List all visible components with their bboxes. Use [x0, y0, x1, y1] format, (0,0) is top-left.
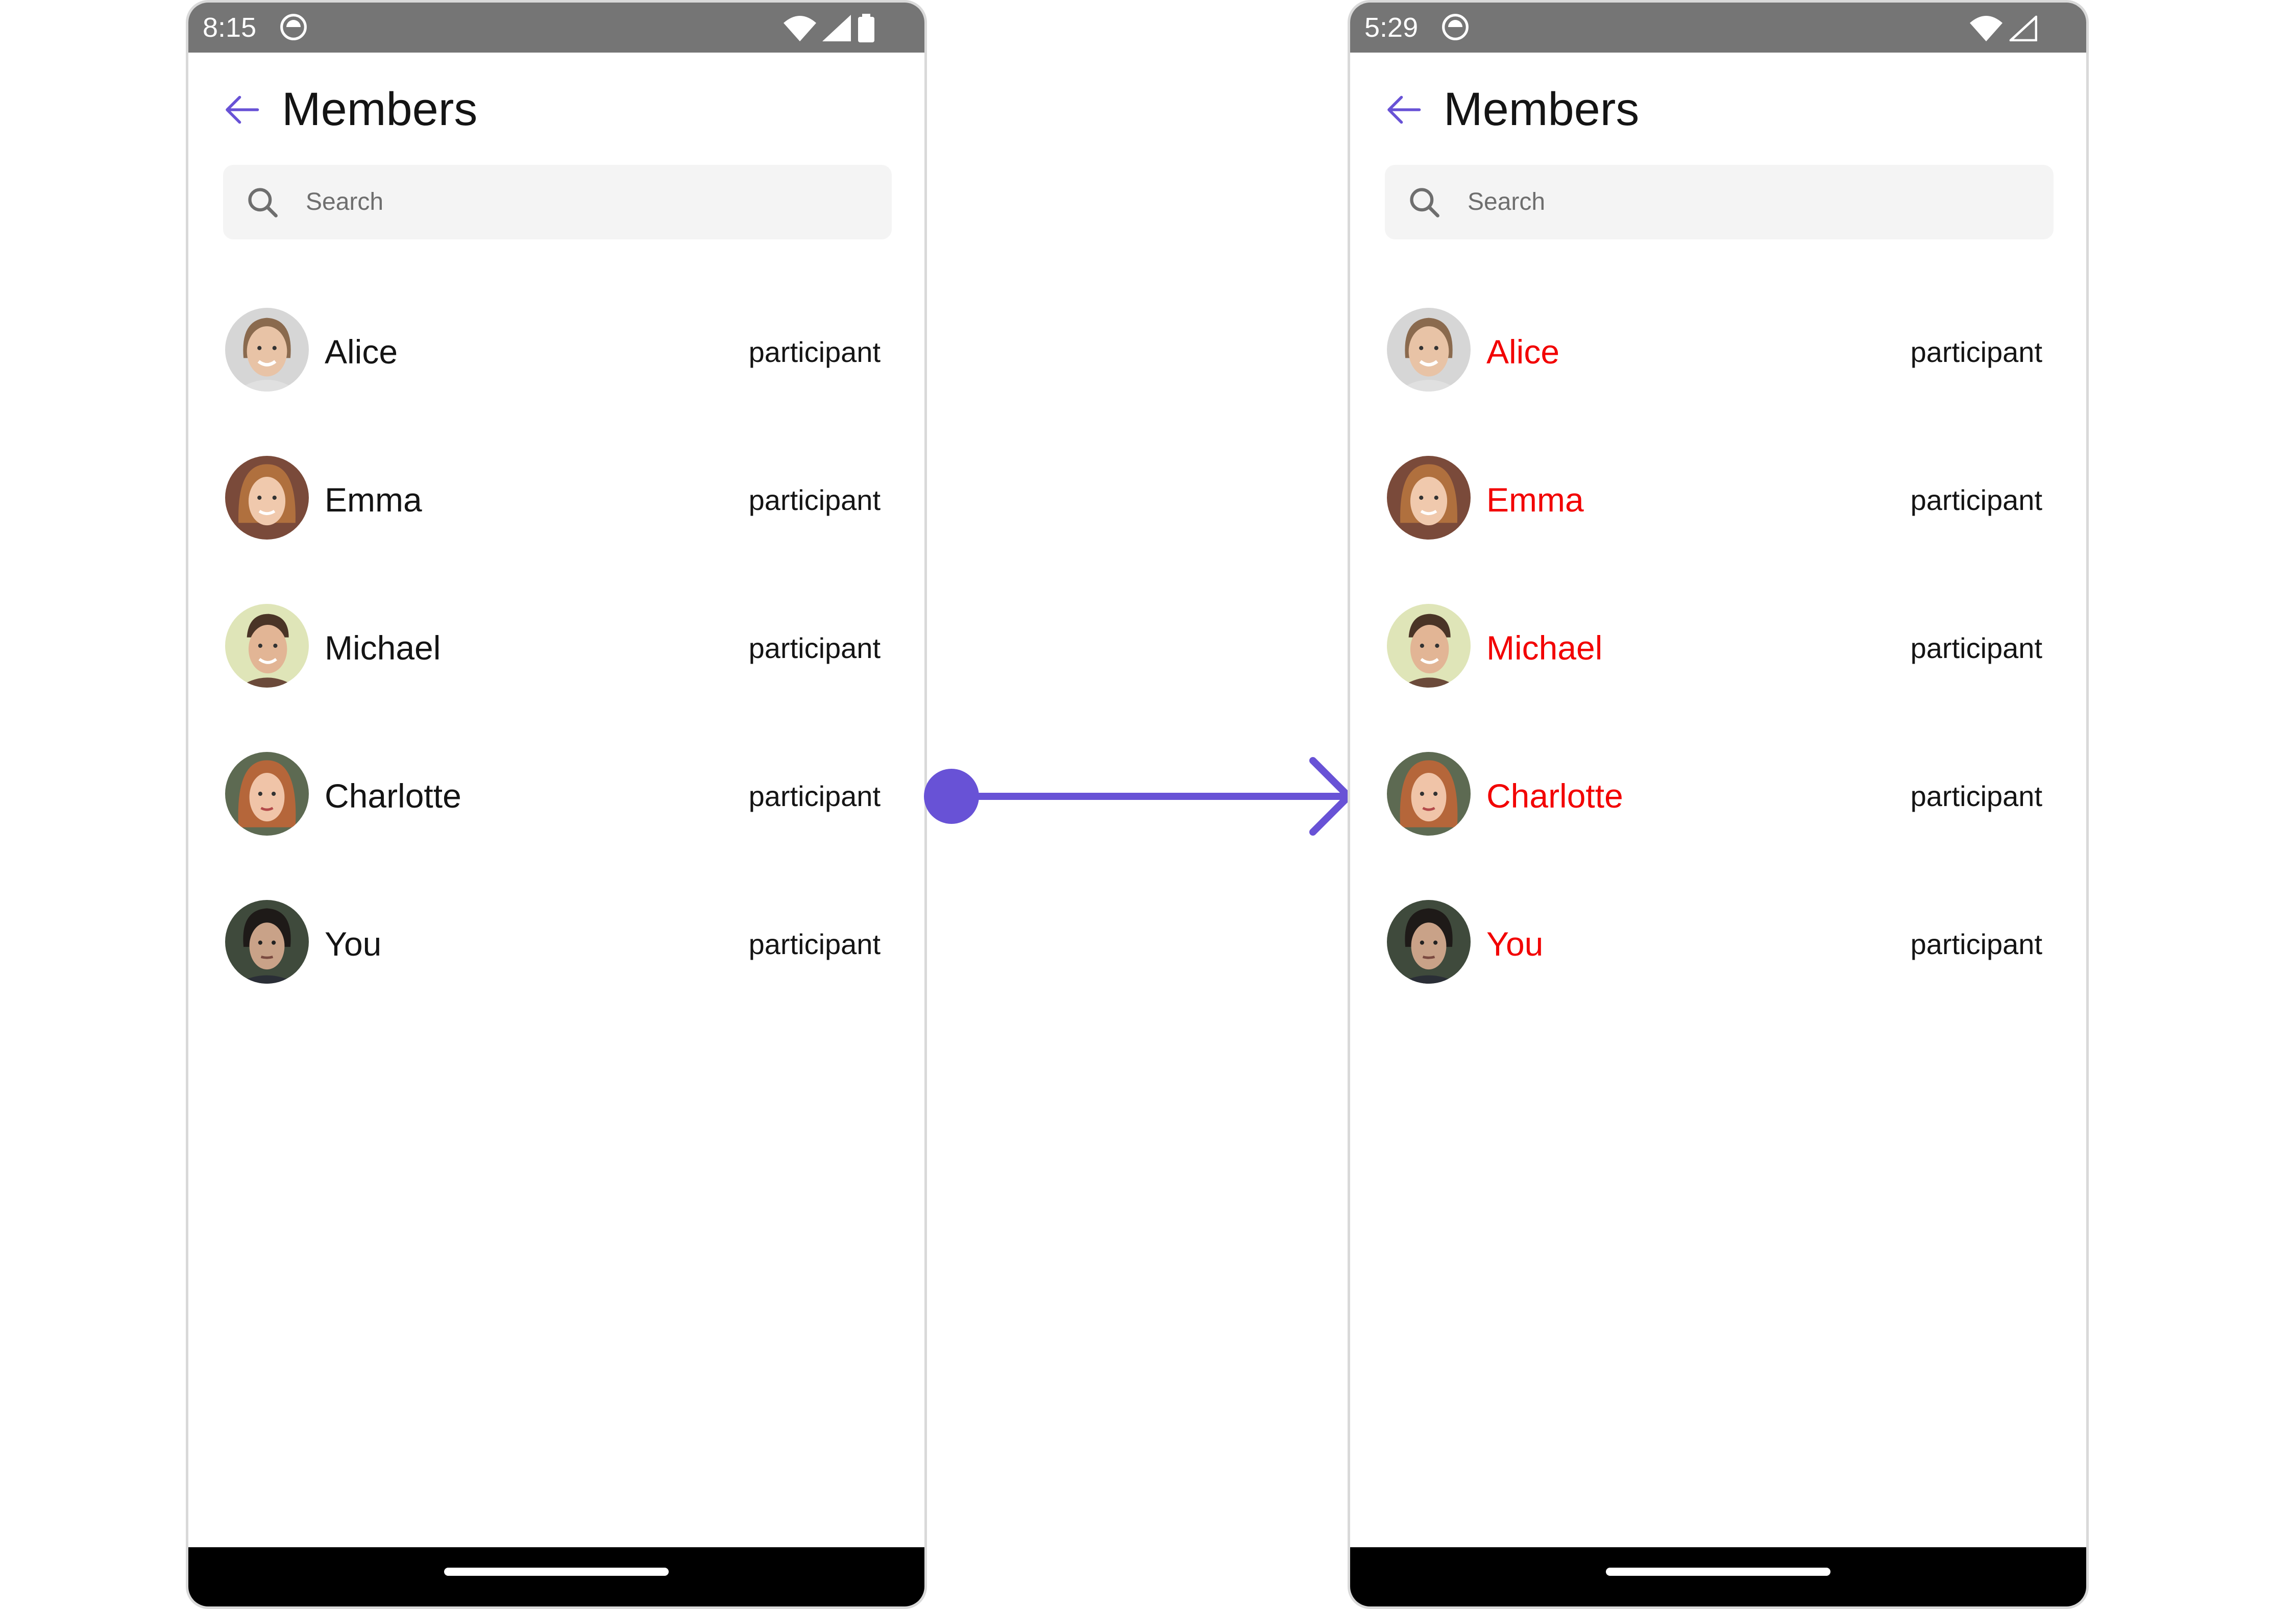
search-icon [248, 188, 278, 217]
member-row-you[interactable]: You participant [188, 900, 924, 1022]
search-input[interactable]: Search [223, 165, 892, 239]
status-time: 5:29 [1364, 12, 1419, 43]
member-name: You [325, 925, 382, 963]
member-role: participant [748, 780, 881, 812]
member-role: participant [748, 484, 881, 516]
search-input[interactable]: Search [1385, 165, 2054, 239]
avatar-emma [1387, 456, 1471, 540]
status-bar: 8:15 [188, 3, 924, 53]
status-indicators [1970, 14, 2037, 42]
avatar-alice [1387, 308, 1471, 392]
phone-after: 5:29 Members Search Alice participant Em… [1348, 0, 2089, 1609]
avatar-michael [225, 604, 309, 688]
member-role: participant [1910, 632, 2042, 664]
app-notification-icon [1442, 14, 1469, 40]
phone-before: 8:15 Members Search Alice participant Em… [186, 0, 927, 1609]
cell-signal-icon [2009, 15, 2037, 41]
status-bar: 5:29 [1350, 3, 2086, 53]
member-role: participant [1910, 336, 2042, 368]
battery-icon [858, 14, 874, 42]
member-name: Michael [1486, 629, 1603, 667]
navigation-bar [1350, 1547, 2086, 1606]
page-title: Members [1444, 83, 1640, 135]
arrow-left-icon[interactable] [220, 88, 263, 131]
member-name: Michael [325, 629, 441, 667]
avatar-charlotte [225, 752, 309, 836]
member-name: Emma [325, 481, 422, 519]
member-role: participant [1910, 928, 2042, 960]
member-row-michael[interactable]: Michael participant [1350, 604, 2086, 726]
home-indicator[interactable] [444, 1568, 669, 1576]
cell-signal-icon [822, 15, 851, 41]
arrow-left-icon[interactable] [1382, 88, 1425, 131]
navigation-bar [188, 1547, 924, 1606]
member-role: participant [1910, 484, 2042, 516]
app-bar: Members [188, 53, 924, 170]
app-notification-icon [280, 14, 307, 40]
member-row-alice[interactable]: Alice participant [188, 308, 924, 430]
arrow-right-icon [924, 757, 1352, 836]
member-row-emma[interactable]: Emma participant [188, 456, 924, 578]
avatar-charlotte [1387, 752, 1471, 836]
wifi-icon [1970, 16, 2002, 41]
member-row-charlotte[interactable]: Charlotte participant [188, 752, 924, 874]
wifi-icon [784, 16, 816, 41]
avatar-you [1387, 900, 1471, 984]
member-role: participant [748, 336, 881, 368]
member-row-alice[interactable]: Alice participant [1350, 308, 2086, 430]
avatar-emma [225, 456, 309, 540]
member-name: Alice [325, 333, 398, 371]
member-name: Emma [1486, 481, 1584, 519]
member-row-you[interactable]: You participant [1350, 900, 2086, 1022]
member-name: Charlotte [325, 777, 461, 815]
page-title: Members [282, 83, 478, 135]
member-row-charlotte[interactable]: Charlotte participant [1350, 752, 2086, 874]
status-indicators [784, 14, 875, 42]
avatar-alice [225, 308, 309, 392]
search-placeholder: Search [306, 188, 384, 215]
member-name: You [1486, 925, 1544, 963]
app-bar: Members [1350, 53, 2086, 170]
status-time: 8:15 [203, 12, 257, 43]
member-name: Charlotte [1486, 777, 1623, 815]
member-role: participant [748, 928, 881, 960]
search-placeholder: Search [1468, 188, 1546, 215]
member-row-michael[interactable]: Michael participant [188, 604, 924, 726]
member-role: participant [748, 632, 881, 664]
member-role: participant [1910, 780, 2042, 812]
search-icon [1410, 188, 1439, 217]
avatar-you [225, 900, 309, 984]
member-name: Alice [1486, 333, 1560, 371]
avatar-michael [1387, 604, 1471, 688]
home-indicator[interactable] [1606, 1568, 1830, 1576]
member-row-emma[interactable]: Emma participant [1350, 456, 2086, 578]
